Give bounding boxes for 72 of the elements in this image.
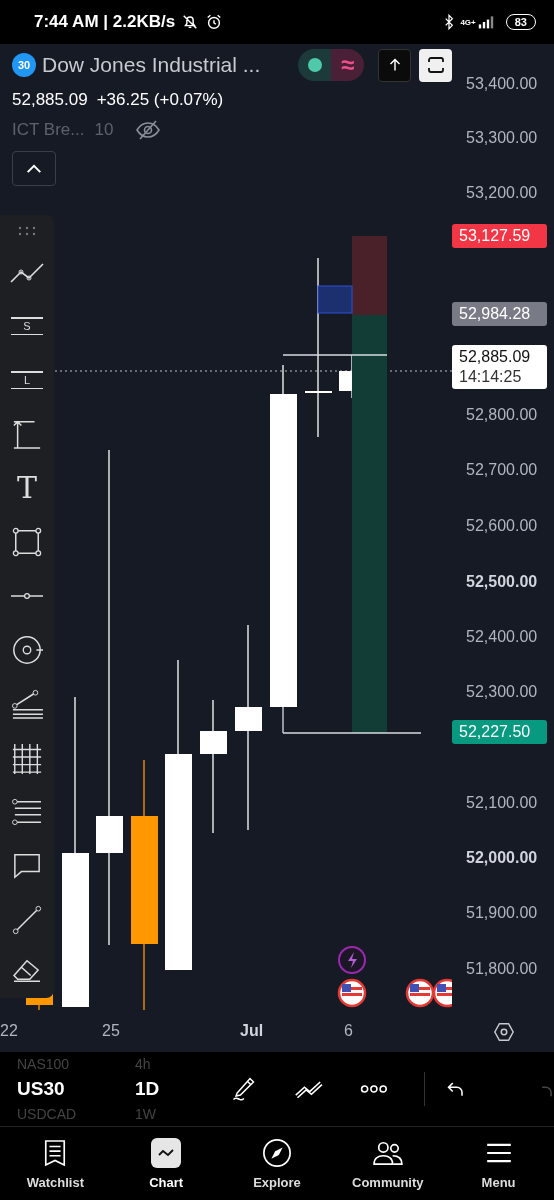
nav-tab[interactable]: Menu: [443, 1127, 554, 1200]
measure-icon[interactable]: [12, 418, 42, 450]
levels-icon[interactable]: [11, 798, 43, 826]
target-icon[interactable]: [11, 634, 43, 666]
horizontal-line-icon[interactable]: [11, 592, 43, 600]
price-axis-label: 52,800.00: [466, 405, 538, 425]
eye-slash-icon[interactable]: [135, 119, 162, 141]
bluetooth-icon: [444, 13, 455, 31]
price-axis-label: 52,500.00: [466, 572, 538, 592]
price-change: +36.25 (+0.07%): [96, 90, 224, 110]
collapse-button[interactable]: [12, 151, 56, 186]
fullscreen-button[interactable]: [419, 48, 452, 82]
flag-icon: [337, 978, 367, 1008]
status-time: 7:44 AM | 2.2KB/s: [34, 12, 176, 32]
date-axis-label: 6: [344, 1022, 353, 1040]
price-axis-label: 52,700.00: [466, 460, 538, 480]
price-axis-label: 51,800.00: [466, 959, 538, 979]
price-axis-label: 53,400.00: [466, 74, 538, 94]
date-axis-label: Jul: [240, 1022, 264, 1040]
eraser-icon[interactable]: [11, 957, 43, 983]
trend-line-icon[interactable]: [9, 260, 45, 284]
symbol-title[interactable]: Dow Jones Industrial ...: [42, 53, 292, 77]
bell-off-icon: [181, 13, 200, 31]
price-axis-label: 53,200.00: [466, 183, 538, 203]
price-value: 52,885.09: [459, 347, 532, 367]
date-axis-label: 22: [0, 1022, 18, 1040]
chevron-up-icon: [25, 163, 43, 174]
tool-letter: L: [22, 374, 32, 386]
list-bookmark-icon: [43, 1139, 68, 1167]
price-value: 53,127.59: [459, 226, 532, 246]
chart-icon: [151, 1138, 182, 1168]
nav-tab[interactable]: Community: [332, 1127, 444, 1200]
undo-icon[interactable]: [446, 1080, 465, 1098]
price-axis-label: 51,900.00: [466, 903, 538, 923]
nav-tab[interactable]: Chart: [110, 1127, 222, 1200]
price-axis-label: 52,600.00: [466, 516, 538, 536]
date-axis-label: 25: [102, 1022, 120, 1040]
pitchfork-icon[interactable]: [11, 689, 43, 719]
countdown-time: 14:14:25: [459, 367, 523, 387]
tool-letter: S: [22, 320, 32, 332]
price-axis-label: 52,000.00: [466, 848, 538, 868]
price-axis-label: 52,400.00: [466, 627, 538, 647]
grip-icon[interactable]: [17, 226, 37, 236]
grid-icon[interactable]: [11, 742, 43, 774]
compass-icon: [262, 1138, 292, 1168]
people-icon: [371, 1140, 404, 1166]
speech-bubble-icon[interactable]: [12, 852, 42, 880]
text-tool[interactable]: T: [17, 472, 37, 504]
lightning-icon: [338, 946, 366, 974]
price-value: 52,227.50: [459, 722, 532, 742]
settings-icon[interactable]: [493, 1021, 515, 1043]
price-value: 52,984.28: [459, 304, 532, 324]
indicator-value: 10: [94, 120, 114, 140]
market-open-dot: [307, 58, 322, 72]
signal-icon: [477, 15, 494, 29]
up-arrow-button[interactable]: [378, 48, 411, 82]
line-segment-icon[interactable]: [11, 904, 43, 936]
nav-tab[interactable]: Explore: [221, 1127, 333, 1200]
price-axis-label: 53,300.00: [466, 128, 538, 148]
wave-symbol: ≈: [331, 49, 364, 81]
price-axis-label: 52,300.00: [466, 682, 538, 702]
nav-tab[interactable]: Watchlist: [0, 1127, 111, 1200]
price-axis-label: 52,100.00: [466, 793, 538, 813]
frame-icon: [425, 55, 446, 75]
more-icon[interactable]: [359, 1084, 388, 1094]
symbol-badge: 30: [12, 53, 36, 77]
symbol-item[interactable]: US30 1D: [17, 1072, 231, 1106]
last-price: 52,885.09: [12, 90, 88, 110]
network-type: 4G+: [460, 17, 476, 27]
rectangle-icon[interactable]: [12, 527, 42, 557]
zigzag-icon[interactable]: [294, 1079, 324, 1099]
menu-icon: [485, 1143, 512, 1163]
